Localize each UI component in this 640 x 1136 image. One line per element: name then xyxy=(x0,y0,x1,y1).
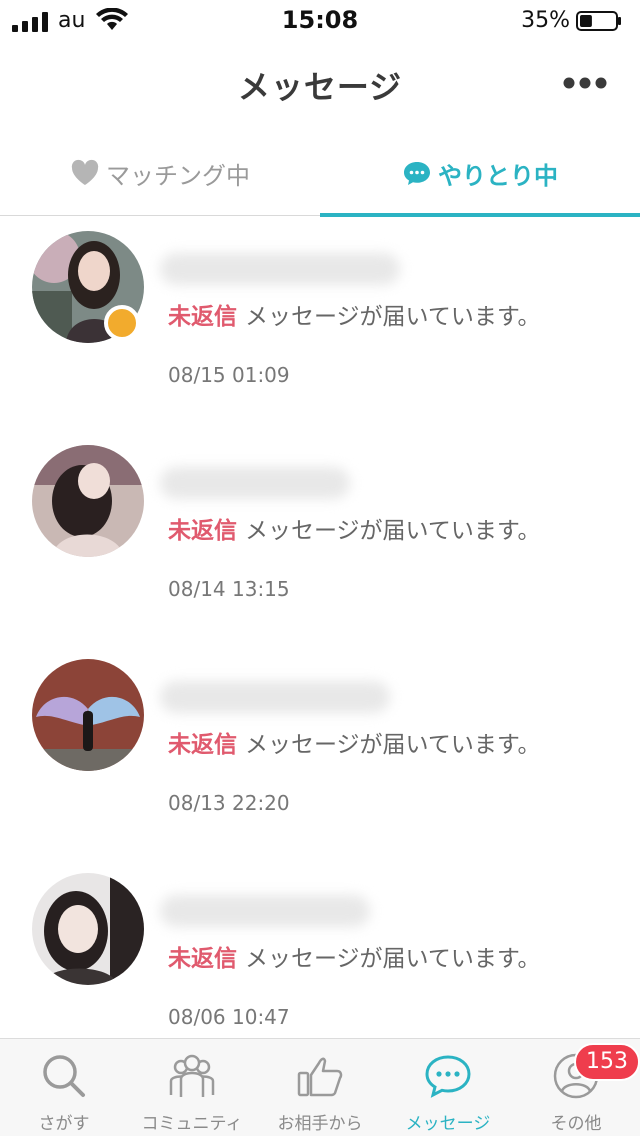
name-redacted xyxy=(160,253,400,285)
battery-icon xyxy=(576,11,621,31)
unreplied-badge: 未返信 xyxy=(168,946,237,972)
timestamp: 08/15 01:09 xyxy=(168,363,290,387)
thumbs-up-icon xyxy=(297,1057,343,1097)
avatar[interactable] xyxy=(32,445,144,557)
preview-text: メッセージが届いています。 xyxy=(245,518,541,544)
tabbar-item-search[interactable]: さがす xyxy=(0,1039,128,1136)
tabbar-label: お相手から xyxy=(277,1114,363,1134)
bottom-tab-bar: さがす コミュニティ お相手から メッセージ 153 その他 xyxy=(0,1038,640,1136)
chat-bubble-icon xyxy=(404,162,430,185)
timestamp: 08/13 22:20 xyxy=(168,791,290,815)
tabbar-label: コミュニティ xyxy=(141,1114,243,1134)
message-preview: 未返信 メッセージが届いています。 xyxy=(168,725,541,759)
status-bar: au 15:08 35% xyxy=(0,0,640,40)
message-preview: 未返信 メッセージが届いています。 xyxy=(168,297,541,331)
preview-text: メッセージが届いています。 xyxy=(245,304,541,330)
search-icon xyxy=(43,1055,85,1097)
avatar[interactable] xyxy=(32,873,144,985)
tabbar-label: メッセージ xyxy=(405,1114,491,1134)
community-icon xyxy=(169,1054,215,1097)
tab-matching-label: マッチング中 xyxy=(106,161,250,190)
more-horizontal-icon[interactable] xyxy=(560,68,610,98)
tabbar-label: さがす xyxy=(38,1114,90,1134)
tabbar-item-from-partner[interactable]: お相手から xyxy=(256,1039,384,1136)
conversation-row[interactable]: 未返信 メッセージが届いています。 08/14 13:15 xyxy=(0,431,640,645)
timestamp: 08/14 13:15 xyxy=(168,577,290,601)
heart-icon xyxy=(71,159,99,185)
tabbar-label: その他 xyxy=(550,1114,602,1134)
tab-chatting[interactable]: やりとり中 xyxy=(320,130,640,217)
timestamp: 08/06 10:47 xyxy=(168,1005,290,1029)
conversation-row[interactable]: 未返信 メッセージが届いています。 08/13 22:20 xyxy=(0,645,640,859)
unreplied-badge: 未返信 xyxy=(168,732,237,758)
name-redacted xyxy=(160,895,370,927)
tab-matching[interactable]: マッチング中 xyxy=(0,130,320,216)
tabbar-item-community[interactable]: コミュニティ xyxy=(128,1039,256,1136)
name-redacted xyxy=(160,681,390,713)
segment-tabs: マッチング中 やりとり中 xyxy=(0,130,640,217)
preview-text: メッセージが届いています。 xyxy=(245,946,541,972)
unreplied-badge: 未返信 xyxy=(168,518,237,544)
name-redacted xyxy=(160,467,350,499)
unreplied-badge: 未返信 xyxy=(168,304,237,330)
preview-text: メッセージが届いています。 xyxy=(245,732,541,758)
message-preview: 未返信 メッセージが届いています。 xyxy=(168,939,541,973)
avatar[interactable] xyxy=(32,659,144,771)
online-status-dot xyxy=(104,305,140,341)
tabbar-item-other[interactable]: 153 その他 xyxy=(512,1039,640,1136)
chat-bubble-icon xyxy=(425,1055,471,1098)
message-preview: 未返信 メッセージが届いています。 xyxy=(168,511,541,545)
conversation-row[interactable]: 未返信 メッセージが届いています。 08/15 01:09 xyxy=(0,217,640,431)
app-header: メッセージ xyxy=(0,40,640,130)
notification-badge: 153 xyxy=(574,1043,640,1081)
tab-chatting-label: やりとり中 xyxy=(438,161,558,190)
battery-percent: 35% xyxy=(521,8,570,33)
tabbar-item-messages[interactable]: メッセージ xyxy=(384,1039,512,1136)
page-title: メッセージ xyxy=(237,68,403,106)
